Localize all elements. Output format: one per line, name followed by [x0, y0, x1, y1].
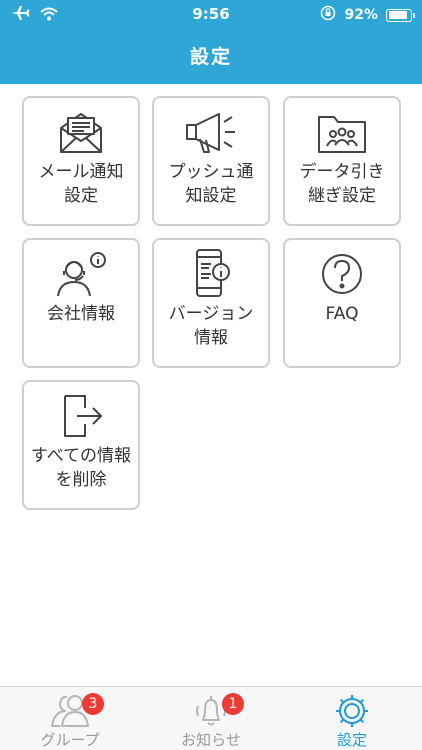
tab-label: グループ [40, 731, 100, 749]
tile-faq[interactable]: FAQ [283, 238, 401, 368]
tile-label: データ引き 継ぎ設定 [299, 162, 385, 206]
tab-label: お知らせ [181, 731, 241, 749]
tab-settings[interactable]: 設定 [282, 687, 422, 750]
megaphone-icon [154, 106, 268, 158]
notification-badge: 1 [222, 693, 244, 715]
notification-badge: 3 [82, 693, 104, 715]
exit-icon [24, 390, 138, 442]
tile-label: FAQ [325, 304, 359, 324]
page-title: 設定 [189, 46, 232, 68]
group-icon [0, 693, 140, 727]
tab-label: 設定 [336, 731, 367, 749]
gear-icon [282, 693, 422, 729]
tile-label: すべての情報 を削除 [30, 446, 132, 490]
header: 9:56 92% 設定 [0, 0, 422, 84]
tab-bar: 3 グループ 1 お知らせ 設定 [0, 686, 422, 750]
tile-mail-settings[interactable]: メール通知 設定 [22, 96, 140, 226]
tile-data-transfer[interactable]: データ引き 継ぎ設定 [283, 96, 401, 226]
tile-push-settings[interactable]: プッシュ通 知設定 [152, 96, 270, 226]
tile-delete-all[interactable]: すべての情報 を削除 [22, 380, 140, 510]
rotation-lock-icon [320, 5, 336, 25]
bell-icon [141, 693, 281, 727]
tab-notifications[interactable]: 1 お知らせ [141, 687, 281, 750]
folder-users-icon [285, 106, 399, 158]
mail-icon [24, 106, 138, 158]
question-icon [285, 248, 399, 300]
tile-label: メール通知 設定 [38, 162, 124, 206]
tile-label: プッシュ通 知設定 [168, 162, 254, 206]
battery-icon [386, 8, 415, 22]
tile-company-info[interactable]: 会社情報 [22, 238, 140, 368]
tile-label: バージョン 情報 [168, 304, 254, 348]
tile-version-info[interactable]: バージョン 情報 [152, 238, 270, 368]
battery-percent: 92% [344, 7, 378, 23]
settings-screen: 9:56 92% 設定 メール通知 設定 プッシュ通 知設定 データ引き 継ぎ設… [0, 0, 422, 750]
tile-label: 会社情報 [47, 304, 115, 324]
status-bar: 9:56 92% [0, 0, 422, 30]
phone-info-icon [154, 248, 268, 300]
tab-groups[interactable]: 3 グループ [0, 687, 140, 750]
operator-info-icon [24, 248, 138, 300]
